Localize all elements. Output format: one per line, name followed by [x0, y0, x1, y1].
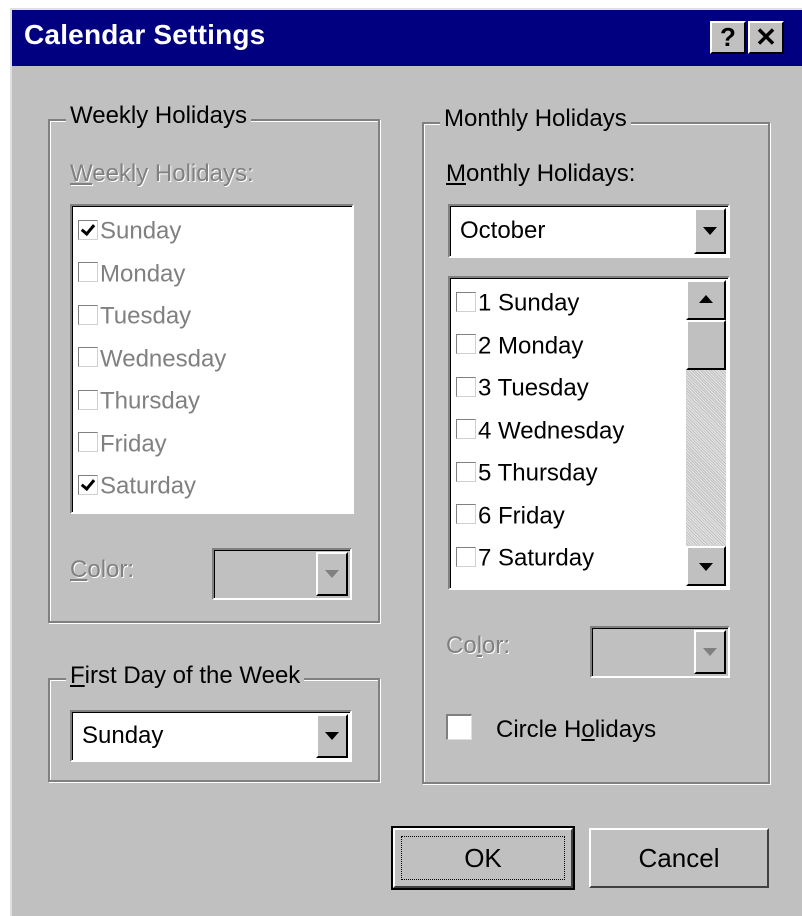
monthly-color-label-a: Co [446, 632, 477, 659]
scroll-down-icon[interactable] [686, 546, 726, 586]
list-item-label: 4 Wednesday [478, 417, 625, 445]
cancel-button[interactable]: Cancel [589, 828, 769, 888]
first-day-title-rest: irst Day of the Week [84, 662, 301, 689]
scroll-thumb[interactable] [686, 320, 726, 370]
list-item-label: 5 Thursday [478, 459, 598, 487]
list-item[interactable]: 1 Sunday [456, 282, 579, 324]
weekly-color-dropdown[interactable] [212, 548, 352, 600]
list-item[interactable]: Monday [78, 253, 185, 295]
list-item[interactable]: 5 Thursday [456, 452, 598, 494]
list-item-label: 1 Sunday [478, 289, 580, 317]
focus-rect [401, 836, 565, 880]
weekly-color-label-rest: olor: [87, 556, 135, 583]
checkbox[interactable] [78, 389, 98, 410]
checkbox[interactable] [78, 262, 98, 283]
list-item-label: Wednesday [100, 345, 227, 373]
weekly-color-label-mnemonic: C [70, 556, 88, 583]
first-day-dropdown[interactable]: Sunday [70, 710, 352, 762]
list-item[interactable]: 6 Friday [456, 495, 565, 537]
checkbox[interactable] [456, 376, 476, 397]
list-item-label: Monday [100, 260, 186, 288]
list-item[interactable]: Saturday [78, 465, 196, 507]
list-item[interactable]: Sunday [78, 210, 181, 252]
checkbox[interactable] [456, 419, 476, 440]
vertical-scrollbar[interactable] [686, 280, 726, 586]
ok-button[interactable]: OK [391, 826, 575, 890]
checkbox[interactable] [456, 546, 476, 567]
calendar-settings-dialog: Calendar Settings ? ✕ Weekly Holidays We… [10, 8, 802, 916]
list-item[interactable]: 7 Saturday [456, 537, 594, 579]
checkbox[interactable] [456, 461, 476, 482]
cancel-button-label: Cancel [638, 843, 720, 873]
checkbox[interactable] [78, 347, 98, 368]
list-item-label: Friday [100, 430, 167, 458]
list-item-label: Sunday [100, 217, 182, 245]
circle-holidays-label-a: Circle H [496, 716, 582, 743]
monthly-holidays-label-mnemonic: M [446, 160, 466, 187]
list-item-label: Thursday [100, 387, 201, 415]
monthly-holidays-list[interactable]: 1 Sunday 2 Monday 3 Tuesday 4 Wednesday 5 Th… [448, 276, 730, 590]
checkbox[interactable] [78, 432, 98, 453]
chevron-down-icon[interactable] [316, 552, 348, 596]
chevron-down-icon[interactable] [694, 208, 726, 254]
first-day-group-title: First Day of the Week [66, 662, 305, 690]
checkbox[interactable] [456, 334, 476, 355]
monthly-holidays-label-rest: onthly Holidays: [466, 160, 636, 187]
scroll-up-icon[interactable] [686, 280, 726, 320]
weekly-holidays-label-rest: eekly Holidays: [92, 160, 254, 187]
help-icon: ? [720, 22, 736, 52]
close-button[interactable]: ✕ [748, 21, 784, 54]
checkbox[interactable] [78, 304, 98, 325]
list-item[interactable]: Tuesday [78, 295, 191, 337]
weekly-holidays-label-mnemonic: W [70, 160, 93, 187]
chevron-down-icon[interactable] [694, 630, 726, 674]
list-item[interactable]: Thursday [78, 380, 200, 422]
weekly-color-label: Color: [70, 556, 134, 584]
monthly-color-label: Color: [446, 632, 510, 660]
close-icon: ✕ [755, 22, 777, 52]
window-title: Calendar Settings [24, 19, 266, 50]
chevron-down-icon[interactable] [316, 714, 348, 758]
month-value: October [460, 217, 546, 244]
list-item[interactable]: 3 Tuesday [456, 367, 589, 409]
circle-holidays-label-b: lidays [594, 716, 657, 743]
list-item[interactable]: 4 Wednesday [456, 410, 624, 452]
first-day-value: Sunday [82, 722, 164, 749]
weekly-holidays-list[interactable]: Sunday Monday Tuesday Wednesday Thursday Frid… [70, 204, 354, 514]
weekly-holidays-group-title: Weekly Holidays [66, 102, 251, 130]
list-item-label: Saturday [100, 472, 197, 500]
list-item-label: Tuesday [100, 302, 192, 330]
help-button[interactable]: ? [710, 21, 746, 54]
checkbox-checked[interactable] [78, 219, 98, 240]
checkbox[interactable] [456, 504, 476, 525]
monthly-color-dropdown[interactable] [590, 626, 730, 678]
month-dropdown[interactable]: October [448, 204, 730, 258]
list-item[interactable]: 2 Monday [456, 325, 583, 367]
checkbox[interactable] [446, 714, 472, 740]
monthly-holidays-label: Monthly Holidays: [446, 160, 635, 188]
checkbox[interactable] [456, 291, 476, 312]
first-day-title-mnemonic: F [70, 662, 85, 689]
list-item-label: 3 Tuesday [478, 374, 589, 402]
circle-holidays-mnemonic: o [581, 716, 595, 743]
list-item[interactable]: Wednesday [78, 338, 226, 380]
monthly-color-label-b: or: [482, 632, 511, 659]
circle-holidays-label: Circle Holidays [496, 716, 656, 744]
list-item-label: 2 Monday [478, 332, 584, 360]
checkbox-checked[interactable] [78, 474, 98, 495]
title-bar[interactable]: Calendar Settings ? ✕ [12, 10, 802, 66]
list-item-label: 7 Saturday [478, 544, 595, 572]
list-item[interactable]: Friday [78, 423, 167, 465]
monthly-holidays-group-title: Monthly Holidays [440, 105, 631, 133]
list-item-label: 6 Friday [478, 502, 565, 530]
weekly-holidays-label: Weekly Holidays: [70, 160, 254, 188]
